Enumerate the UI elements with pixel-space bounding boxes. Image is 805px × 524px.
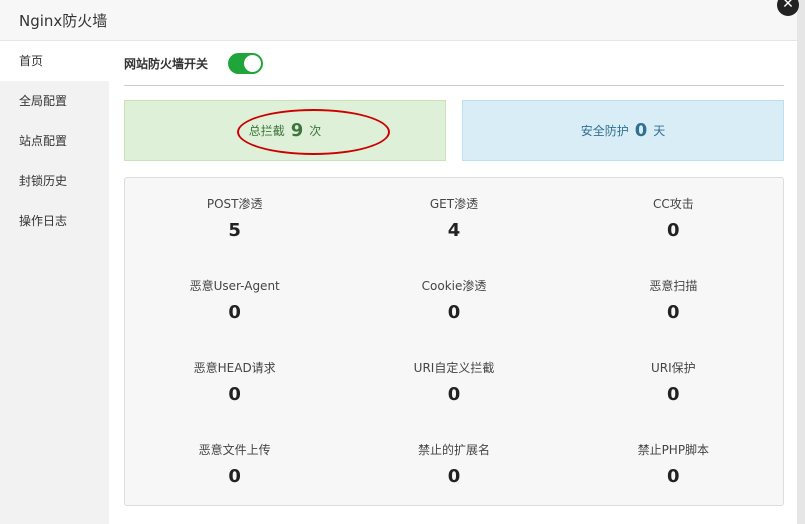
stat-cell: Cookie渗透 0 bbox=[344, 266, 563, 348]
total-block-card: 总拦截 9 次 bbox=[124, 100, 446, 161]
stat-label: 恶意文件上传 bbox=[198, 443, 271, 457]
stat-value: 0 bbox=[667, 384, 680, 405]
stat-label: 恶意扫描 bbox=[649, 279, 698, 293]
safe-days-suffix: 天 bbox=[653, 124, 666, 138]
stat-cell: URI自定义拦截 0 bbox=[344, 348, 563, 430]
firewall-window: Nginx防火墙 首页 全局配置 站点配置 封锁历史 操作日志 网站防火墙开关 … bbox=[0, 0, 799, 524]
sidebar-item-block-history[interactable]: 封锁历史 bbox=[0, 161, 109, 201]
stat-cell: CC攻击 0 bbox=[564, 184, 783, 266]
firewall-toggle[interactable] bbox=[228, 52, 264, 74]
window-title: Nginx防火墙 bbox=[19, 11, 108, 30]
sidebar-item-operation-log[interactable]: 操作日志 bbox=[0, 201, 109, 241]
firewall-switch-row: 网站防火墙开关 bbox=[124, 41, 784, 86]
stat-cell: 恶意HEAD请求 0 bbox=[125, 348, 344, 430]
stat-value: 5 bbox=[228, 220, 241, 241]
sidebar-item-label: 操作日志 bbox=[19, 214, 68, 228]
sidebar-item-global-config[interactable]: 全局配置 bbox=[0, 81, 109, 121]
stat-value: 0 bbox=[228, 302, 241, 323]
stat-cell: 恶意扫描 0 bbox=[564, 266, 783, 348]
safe-days-value: 0 bbox=[634, 120, 648, 141]
firewall-switch-label: 网站防火墙开关 bbox=[124, 56, 209, 71]
stat-label: 禁止PHP脚本 bbox=[637, 443, 710, 457]
stat-value: 0 bbox=[447, 302, 461, 323]
stat-label: URI自定义拦截 bbox=[413, 361, 495, 375]
sidebar-item-site-config[interactable]: 站点配置 bbox=[0, 121, 109, 161]
sidebar-item-label: 封锁历史 bbox=[19, 174, 68, 188]
stats-grid: POST渗透 5 GET渗透 4 CC攻击 0 恶意User-Agent 0 C… bbox=[124, 177, 784, 506]
stat-label: 禁止的扩展名 bbox=[417, 443, 490, 457]
stat-label: Cookie渗透 bbox=[421, 279, 487, 293]
safe-days-card: 安全防护 0 天 bbox=[462, 100, 784, 161]
safe-days-prefix: 安全防护 bbox=[580, 124, 629, 138]
total-block-prefix: 总拦截 bbox=[248, 124, 285, 138]
sidebar-item-label: 首页 bbox=[19, 54, 44, 68]
total-block-value: 9 bbox=[290, 120, 304, 141]
summary-cards: 总拦截 9 次 安全防护 0 天 bbox=[124, 100, 784, 161]
sidebar-item-label: 站点配置 bbox=[19, 134, 68, 148]
sidebar-item-label: 全局配置 bbox=[19, 94, 68, 108]
stat-value: 4 bbox=[447, 220, 461, 241]
main-content: 网站防火墙开关 总拦截 9 次 安全防护 0 天 POST渗透 5 GET渗透 … bbox=[109, 41, 797, 524]
window-titlebar: Nginx防火墙 bbox=[0, 0, 797, 41]
stat-value: 0 bbox=[667, 302, 680, 323]
stat-value: 0 bbox=[667, 466, 680, 487]
stat-cell: 恶意User-Agent 0 bbox=[125, 266, 344, 348]
stat-cell: URI保护 0 bbox=[564, 348, 783, 430]
stat-label: 恶意User-Agent bbox=[189, 279, 280, 293]
total-block-suffix: 次 bbox=[309, 124, 322, 138]
stat-label: URI保护 bbox=[650, 361, 696, 375]
stat-label: POST渗透 bbox=[206, 197, 263, 211]
toggle-knob bbox=[244, 54, 262, 72]
sidebar-item-home[interactable]: 首页 bbox=[0, 41, 109, 81]
stat-cell: 禁止PHP脚本 0 bbox=[564, 430, 783, 512]
stat-cell: POST渗透 5 bbox=[125, 184, 344, 266]
sidebar: 首页 全局配置 站点配置 封锁历史 操作日志 bbox=[0, 41, 109, 524]
stat-value: 0 bbox=[228, 384, 241, 405]
stat-value: 0 bbox=[667, 220, 680, 241]
stat-label: CC攻击 bbox=[652, 197, 694, 211]
stat-label: 恶意HEAD请求 bbox=[193, 361, 276, 375]
stat-cell: GET渗透 4 bbox=[344, 184, 563, 266]
stat-value: 0 bbox=[228, 466, 241, 487]
stat-label: GET渗透 bbox=[429, 197, 479, 211]
background-page bbox=[797, 0, 805, 524]
stat-value: 0 bbox=[447, 384, 461, 405]
stat-cell: 禁止的扩展名 0 bbox=[344, 430, 563, 512]
stat-value: 0 bbox=[447, 466, 461, 487]
stat-cell: 恶意文件上传 0 bbox=[125, 430, 344, 512]
